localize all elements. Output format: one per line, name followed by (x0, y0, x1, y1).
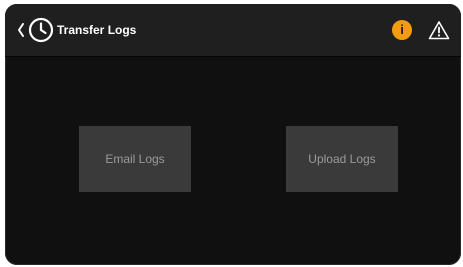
info-icon[interactable]: i (392, 20, 412, 40)
page-title: Transfer Logs (57, 23, 137, 37)
email-logs-button[interactable]: Email Logs (79, 126, 191, 192)
upload-logs-button[interactable]: Upload Logs (286, 126, 398, 192)
device-screen: Transfer Logs i Email Logs Upload Logs (5, 4, 461, 265)
email-logs-label: Email Logs (105, 152, 165, 166)
top-bar: Transfer Logs i (5, 4, 461, 57)
warning-triangle-icon[interactable] (428, 20, 450, 40)
upload-logs-label: Upload Logs (308, 152, 376, 166)
clock-icon[interactable] (28, 17, 54, 43)
chevron-left-icon[interactable] (17, 22, 25, 38)
